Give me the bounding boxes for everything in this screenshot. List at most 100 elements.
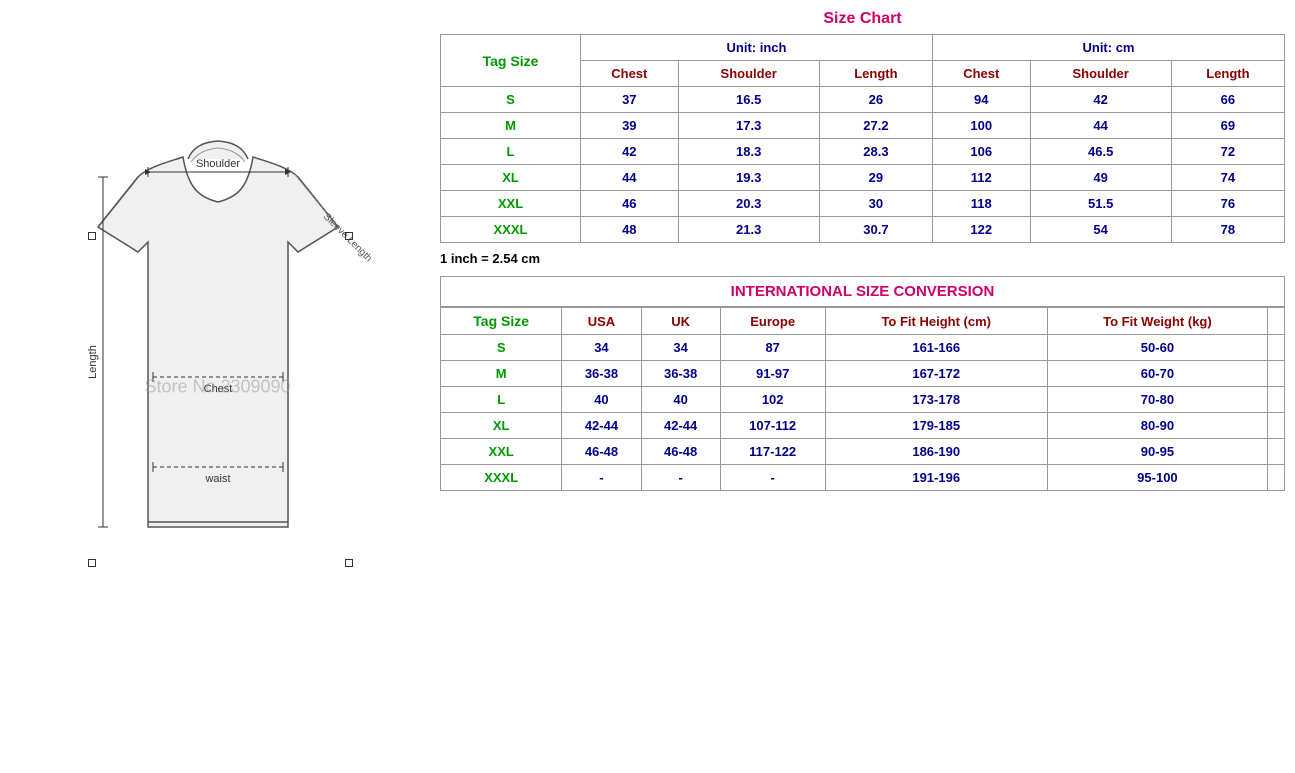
corner-marker-tl bbox=[88, 232, 96, 240]
size-data-row: L 42 18.3 28.3 106 46.5 72 bbox=[441, 139, 1285, 165]
shoulder-cm-cell: 44 bbox=[1030, 113, 1171, 139]
shoulder-cm-cell: 42 bbox=[1030, 87, 1171, 113]
svg-text:Chest: Chest bbox=[203, 383, 232, 395]
chest-inch-cell: 37 bbox=[581, 87, 679, 113]
size-chart-title: Size Chart bbox=[440, 10, 1285, 28]
length-inch-cell: 29 bbox=[819, 165, 932, 191]
conv-height-cell: 161-166 bbox=[825, 335, 1047, 361]
col-shoulder-cm: Shoulder bbox=[1030, 61, 1171, 87]
length-cm-cell: 76 bbox=[1171, 191, 1284, 217]
size-data-row: M 39 17.3 27.2 100 44 69 bbox=[441, 113, 1285, 139]
conv-empty-cell bbox=[1268, 361, 1285, 387]
right-panel: Size Chart Tag Size Unit: inch Unit: cm … bbox=[435, 0, 1295, 773]
conv-weight-cell: 70-80 bbox=[1047, 387, 1267, 413]
chest-cm-cell: 112 bbox=[932, 165, 1030, 191]
conv-weight-cell: 80-90 bbox=[1047, 413, 1267, 439]
conv-europe-cell: 117-122 bbox=[720, 439, 825, 465]
conv-tag-cell: XXXL bbox=[441, 465, 562, 491]
shoulder-inch-cell: 17.3 bbox=[678, 113, 819, 139]
conv-tag-cell: L bbox=[441, 387, 562, 413]
shoulder-inch-cell: 20.3 bbox=[678, 191, 819, 217]
shoulder-cm-cell: 54 bbox=[1030, 217, 1171, 243]
shoulder-cm-cell: 51.5 bbox=[1030, 191, 1171, 217]
conv-tag-cell: S bbox=[441, 335, 562, 361]
col-shoulder-inch: Shoulder bbox=[678, 61, 819, 87]
chest-inch-cell: 44 bbox=[581, 165, 679, 191]
tag-size-cell: XXL bbox=[441, 191, 581, 217]
chest-cm-cell: 122 bbox=[932, 217, 1030, 243]
svg-text:Shoulder: Shoulder bbox=[195, 158, 239, 170]
conv-data-row: L 40 40 102 173-178 70-80 bbox=[441, 387, 1285, 413]
unit-inch-header: Unit: inch bbox=[581, 35, 933, 61]
conv-tag-cell: M bbox=[441, 361, 562, 387]
conv-col-height: To Fit Height (cm) bbox=[825, 308, 1047, 335]
conv-tag-cell: XL bbox=[441, 413, 562, 439]
tag-size-cell: XXXL bbox=[441, 217, 581, 243]
conv-weight-cell: 50-60 bbox=[1047, 335, 1267, 361]
conv-weight-cell: 60-70 bbox=[1047, 361, 1267, 387]
length-inch-cell: 30 bbox=[819, 191, 932, 217]
conv-empty-cell bbox=[1268, 413, 1285, 439]
conv-col-europe: Europe bbox=[720, 308, 825, 335]
conv-empty-cell bbox=[1268, 335, 1285, 361]
conv-col-uk: UK bbox=[641, 308, 720, 335]
conv-data-row: S 34 34 87 161-166 50-60 bbox=[441, 335, 1285, 361]
corner-marker-bl bbox=[88, 559, 96, 567]
conv-data-row: XXXL - - - 191-196 95-100 bbox=[441, 465, 1285, 491]
length-cm-cell: 69 bbox=[1171, 113, 1284, 139]
chest-inch-cell: 39 bbox=[581, 113, 679, 139]
conv-tag-cell: XXL bbox=[441, 439, 562, 465]
corner-marker-br bbox=[345, 559, 353, 567]
conv-usa-cell: 46-48 bbox=[562, 439, 641, 465]
conv-height-cell: 179-185 bbox=[825, 413, 1047, 439]
conv-empty-cell bbox=[1268, 387, 1285, 413]
conv-height-cell: 167-172 bbox=[825, 361, 1047, 387]
conv-europe-cell: 102 bbox=[720, 387, 825, 413]
conv-data-row: XXL 46-48 46-48 117-122 186-190 90-95 bbox=[441, 439, 1285, 465]
tag-size-cell: XL bbox=[441, 165, 581, 191]
conv-europe-cell: - bbox=[720, 465, 825, 491]
size-data-body: S 37 16.5 26 94 42 66 M 39 17.3 27.2 100… bbox=[441, 87, 1285, 243]
corner-marker-tr bbox=[345, 232, 353, 240]
conv-empty-cell bbox=[1268, 465, 1285, 491]
svg-text:waist: waist bbox=[204, 473, 230, 485]
chest-cm-cell: 118 bbox=[932, 191, 1030, 217]
conv-uk-cell: 46-48 bbox=[641, 439, 720, 465]
tshirt-diagram: Shoulder Chest Length waist Sleeve Lengt… bbox=[28, 77, 408, 697]
size-data-row: S 37 16.5 26 94 42 66 bbox=[441, 87, 1285, 113]
conv-uk-cell: 34 bbox=[641, 335, 720, 361]
shoulder-cm-cell: 49 bbox=[1030, 165, 1171, 191]
tag-size-cell: S bbox=[441, 87, 581, 113]
shoulder-inch-cell: 21.3 bbox=[678, 217, 819, 243]
col-chest-inch: Chest bbox=[581, 61, 679, 87]
conv-usa-cell: - bbox=[562, 465, 641, 491]
conv-usa-cell: 42-44 bbox=[562, 413, 641, 439]
conv-weight-cell: 95-100 bbox=[1047, 465, 1267, 491]
svg-text:Length: Length bbox=[87, 345, 99, 379]
shoulder-cm-cell: 46.5 bbox=[1030, 139, 1171, 165]
length-cm-cell: 74 bbox=[1171, 165, 1284, 191]
conv-europe-cell: 87 bbox=[720, 335, 825, 361]
conv-col-usa: USA bbox=[562, 308, 641, 335]
conv-col-weight: To Fit Weight (kg) bbox=[1047, 308, 1267, 335]
conv-header-row: Tag Size USA UK Europe To Fit Height (cm… bbox=[441, 308, 1285, 335]
tag-size-cell: L bbox=[441, 139, 581, 165]
conv-uk-cell: 42-44 bbox=[641, 413, 720, 439]
length-cm-cell: 66 bbox=[1171, 87, 1284, 113]
chest-cm-cell: 106 bbox=[932, 139, 1030, 165]
shoulder-inch-cell: 18.3 bbox=[678, 139, 819, 165]
length-cm-cell: 72 bbox=[1171, 139, 1284, 165]
tag-size-header: Tag Size bbox=[441, 35, 581, 87]
tshirt-svg: Shoulder Chest Length waist Sleeve Lengt… bbox=[28, 77, 408, 697]
inch-note: 1 inch = 2.54 cm bbox=[440, 247, 1285, 270]
conv-col-empty bbox=[1268, 308, 1285, 335]
unit-cm-header: Unit: cm bbox=[932, 35, 1284, 61]
conv-uk-cell: - bbox=[641, 465, 720, 491]
col-length-cm: Length bbox=[1171, 61, 1284, 87]
col-chest-cm: Chest bbox=[932, 61, 1030, 87]
length-cm-cell: 78 bbox=[1171, 217, 1284, 243]
tag-size-cell: M bbox=[441, 113, 581, 139]
conv-usa-cell: 34 bbox=[562, 335, 641, 361]
chest-inch-cell: 48 bbox=[581, 217, 679, 243]
length-inch-cell: 26 bbox=[819, 87, 932, 113]
